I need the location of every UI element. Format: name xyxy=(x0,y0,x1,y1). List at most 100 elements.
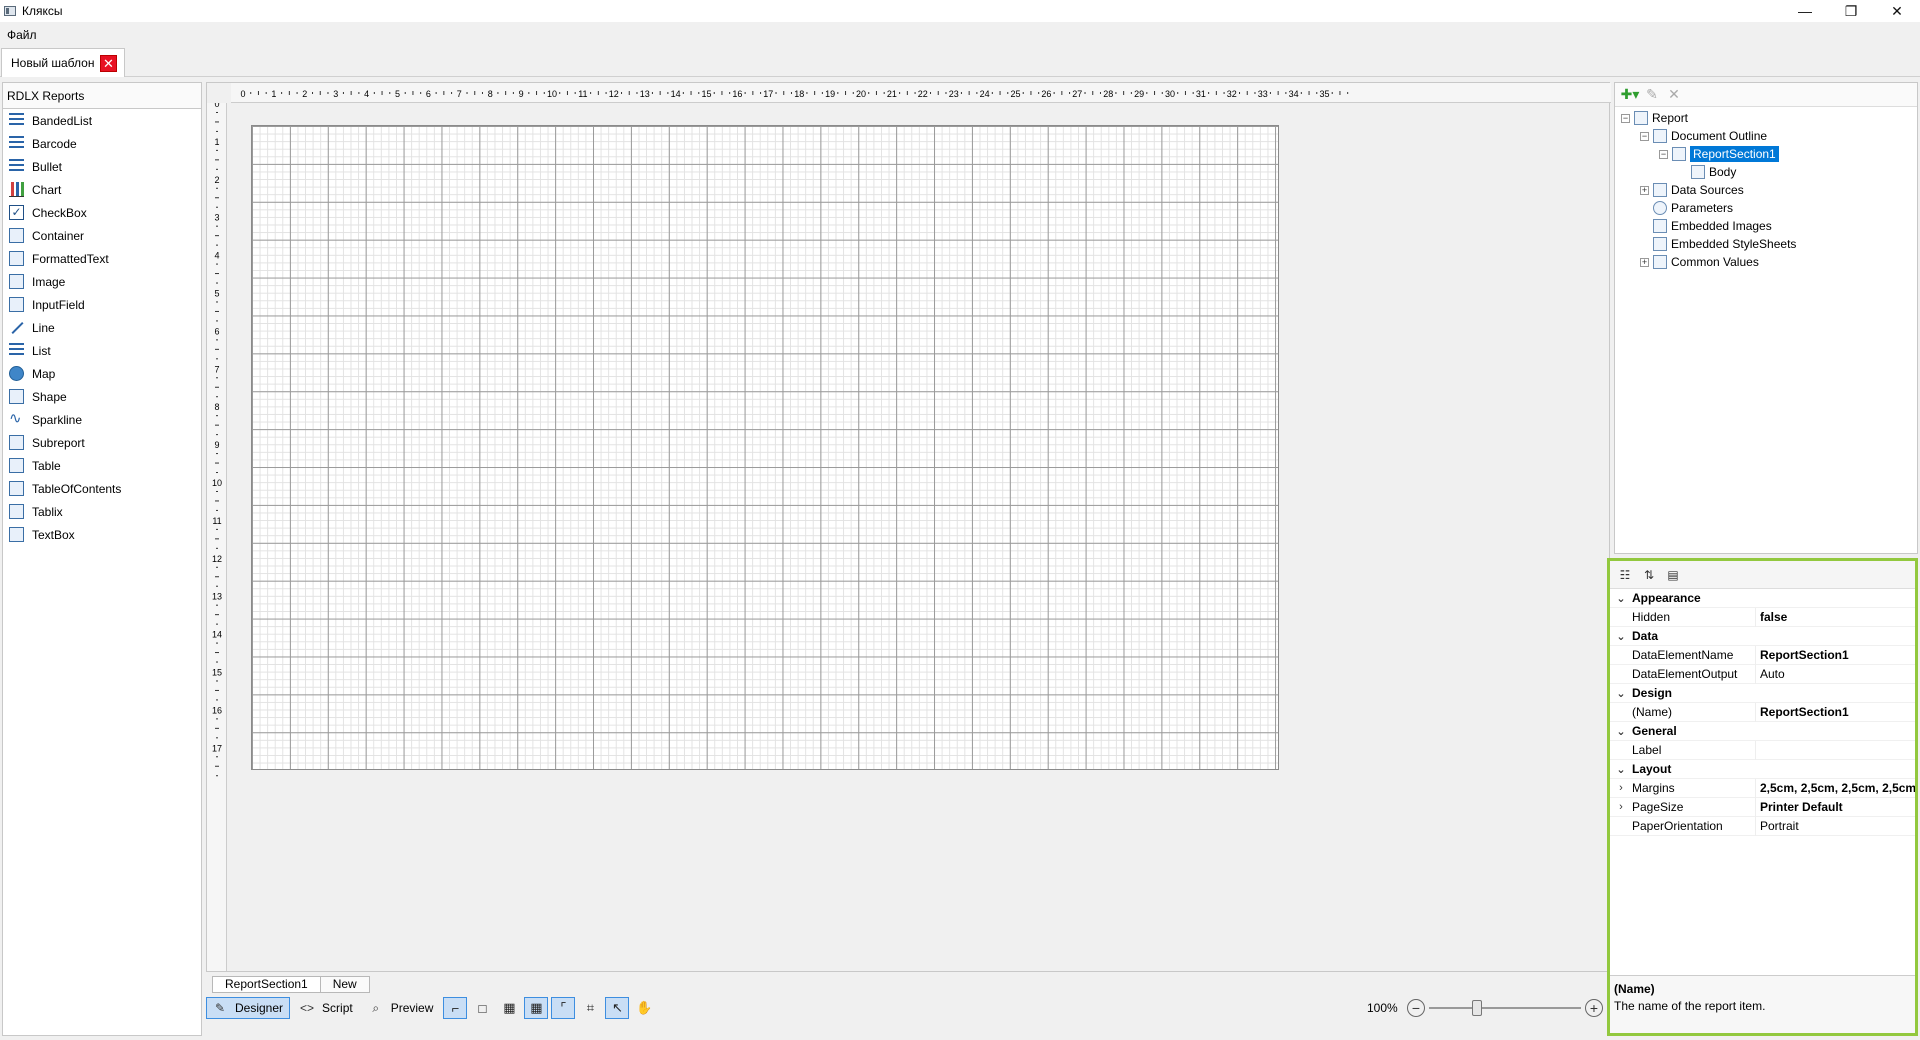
property-value[interactable]: ReportSection1 xyxy=(1755,702,1915,722)
menu-file[interactable]: Файл xyxy=(0,28,44,42)
property-category[interactable]: ⌄ Appearance xyxy=(1610,589,1915,608)
report-canvas[interactable] xyxy=(251,125,1279,770)
preview-mode-button[interactable]: ⌕ Preview xyxy=(363,997,440,1019)
property-row[interactable]: DataElementName ReportSection1 xyxy=(1610,645,1915,665)
zoom-out-icon[interactable]: − xyxy=(1407,999,1425,1017)
toolbox-item-sparkline[interactable]: Sparkline xyxy=(3,408,201,431)
tree-item-reportsection1[interactable]: − ReportSection1 xyxy=(1659,145,1779,163)
ruler-label: 7 xyxy=(214,364,219,374)
tree-item-parameters[interactable]: Parameters xyxy=(1653,199,1733,217)
property-value[interactable]: 2,5cm, 2,5cm, 2,5cm, 2,5cm xyxy=(1755,778,1915,798)
tree-item-report[interactable]: − Report xyxy=(1621,109,1688,127)
toolbox-item-textbox[interactable]: TextBox xyxy=(3,523,201,546)
grid-toggle-icon[interactable]: ▦ xyxy=(497,997,521,1019)
shape-icon xyxy=(9,389,24,404)
expand-icon[interactable]: + xyxy=(1640,185,1649,195)
property-value[interactable]: Auto xyxy=(1755,664,1915,684)
property-row[interactable]: PaperOrientation Portrait xyxy=(1610,816,1915,836)
toolbox-item-map[interactable]: Map xyxy=(3,362,201,385)
expand-property-icon[interactable]: › xyxy=(1610,801,1632,813)
dimension-lines-icon[interactable]: □ xyxy=(470,997,494,1019)
toolbox-item-list[interactable]: List xyxy=(3,339,201,362)
property-pages-icon[interactable]: ▤ xyxy=(1662,565,1684,585)
categorized-icon[interactable]: ☷ xyxy=(1614,565,1636,585)
close-button[interactable]: ✕ xyxy=(1874,0,1920,22)
properties-panel: ☷ ⇅ ▤ ⌄ Appearance Hidden false ⌄ Data DataEle… xyxy=(1607,558,1918,1036)
property-value[interactable]: ReportSection1 xyxy=(1755,645,1915,665)
collapse-category-icon[interactable]: ⌄ xyxy=(1610,592,1632,605)
property-category[interactable]: ⌄ Layout xyxy=(1610,760,1915,779)
property-category[interactable]: ⌄ Design xyxy=(1610,684,1915,703)
guides-icon[interactable]: ⌗ xyxy=(578,997,602,1019)
collapse-category-icon[interactable]: ⌄ xyxy=(1610,725,1632,738)
tree-item-embedded-stylesheets[interactable]: Embedded StyleSheets xyxy=(1653,235,1796,253)
menu-bar: Файл xyxy=(0,26,1920,44)
property-value[interactable]: Portrait xyxy=(1755,816,1915,836)
collapse-category-icon[interactable]: ⌄ xyxy=(1610,630,1632,643)
toolbox-item-bandedlist[interactable]: BandedList xyxy=(3,109,201,132)
tree-item-embedded-images[interactable]: Embedded Images xyxy=(1653,217,1772,235)
edit-icon[interactable]: ✎ xyxy=(1641,85,1663,105)
property-row[interactable]: › Margins 2,5cm, 2,5cm, 2,5cm, 2,5cm xyxy=(1610,778,1915,798)
snap-grid-icon[interactable]: ▦ xyxy=(524,997,549,1019)
document-tab[interactable]: Новый шаблон ✕ xyxy=(1,48,125,77)
toolbox-item-subreport[interactable]: Subreport xyxy=(3,431,201,454)
property-row[interactable]: Hidden false xyxy=(1610,607,1915,627)
section-tab-reportsection1[interactable]: ReportSection1 xyxy=(212,976,321,993)
maximize-button[interactable]: ❐ xyxy=(1828,0,1874,22)
toolbox-item-inputfield[interactable]: InputField xyxy=(3,293,201,316)
collapse-icon[interactable]: − xyxy=(1640,131,1649,141)
property-row[interactable]: Label xyxy=(1610,740,1915,760)
collapse-category-icon[interactable]: ⌄ xyxy=(1610,687,1632,700)
snap-lines-icon[interactable]: ⌜ xyxy=(551,997,576,1019)
zoom-slider[interactable] xyxy=(1429,1000,1581,1016)
toolbox-item-line[interactable]: Line xyxy=(3,316,201,339)
tree-item-document-outline[interactable]: − Document Outline xyxy=(1640,127,1767,145)
close-tab-icon[interactable]: ✕ xyxy=(100,55,117,72)
toolbox-item-barcode[interactable]: Barcode xyxy=(3,132,201,155)
toolbox-item-checkbox[interactable]: ✓ CheckBox xyxy=(3,201,201,224)
tree-item-common-values[interactable]: + Common Values xyxy=(1640,253,1759,271)
toolbox-item-table[interactable]: Table xyxy=(3,454,201,477)
property-value[interactable]: false xyxy=(1755,607,1915,627)
ruler-toggle-icon[interactable]: ⌐ xyxy=(443,997,468,1019)
expand-property-icon[interactable]: › xyxy=(1610,782,1632,794)
toolbox-item-tablix[interactable]: Tablix xyxy=(3,500,201,523)
toolbox-item-label: Container xyxy=(32,228,85,243)
ruler-label: 29 xyxy=(1134,89,1144,99)
script-mode-button[interactable]: <> Script xyxy=(294,997,359,1019)
toolbox-item-image[interactable]: Image xyxy=(3,270,201,293)
toolbox-item-formattedtext[interactable]: FormattedText xyxy=(3,247,201,270)
property-row[interactable]: › PageSize Printer Default xyxy=(1610,797,1915,817)
designer-mode-button[interactable]: ✎ Designer xyxy=(206,997,291,1019)
tree-item-data-sources[interactable]: + Data Sources xyxy=(1640,181,1744,199)
toolbox-item-shape[interactable]: Shape xyxy=(3,385,201,408)
property-value[interactable] xyxy=(1755,740,1915,760)
delete-icon[interactable]: ✕ xyxy=(1663,85,1685,105)
toolbox-item-tableofcontents[interactable]: TableOfContents xyxy=(3,477,201,500)
pointer-tool-icon[interactable]: ↖ xyxy=(605,997,630,1019)
property-row[interactable]: (Name) ReportSection1 xyxy=(1610,702,1915,722)
zoom-in-icon[interactable]: + xyxy=(1585,999,1603,1017)
property-row[interactable]: DataElementOutput Auto xyxy=(1610,664,1915,684)
expand-icon[interactable]: + xyxy=(1640,257,1649,267)
collapse-icon[interactable]: − xyxy=(1621,113,1630,123)
toolbox-item-container[interactable]: Container xyxy=(3,224,201,247)
add-icon[interactable]: ✚▾ xyxy=(1619,85,1641,105)
alphabetical-sort-icon[interactable]: ⇅ xyxy=(1638,565,1660,585)
ruler-label: 14 xyxy=(212,630,222,640)
property-category[interactable]: ⌄ Data xyxy=(1610,627,1915,646)
property-name: PageSize xyxy=(1632,800,1684,814)
toolbox-item-bullet[interactable]: Bullet xyxy=(3,155,201,178)
toolbox-item-chart[interactable]: Chart xyxy=(3,178,201,201)
property-category[interactable]: ⌄ General xyxy=(1610,722,1915,741)
zoom-slider-thumb[interactable] xyxy=(1472,1000,1482,1016)
collapse-icon[interactable]: − xyxy=(1659,149,1668,159)
hand-tool-icon[interactable]: ✋ xyxy=(632,997,656,1019)
minimize-button[interactable]: — xyxy=(1782,0,1828,22)
property-value[interactable]: Printer Default xyxy=(1755,797,1915,817)
collapse-category-icon[interactable]: ⌄ xyxy=(1610,763,1632,776)
design-area: 0 1 2 3 4 5 6 7 8 9 10 11 12 13 14 15 16 17 18 19 20 21 22 23 24… xyxy=(206,82,1611,972)
section-tab-new[interactable]: New xyxy=(319,976,370,993)
tree-item-body[interactable]: Body xyxy=(1691,163,1736,181)
